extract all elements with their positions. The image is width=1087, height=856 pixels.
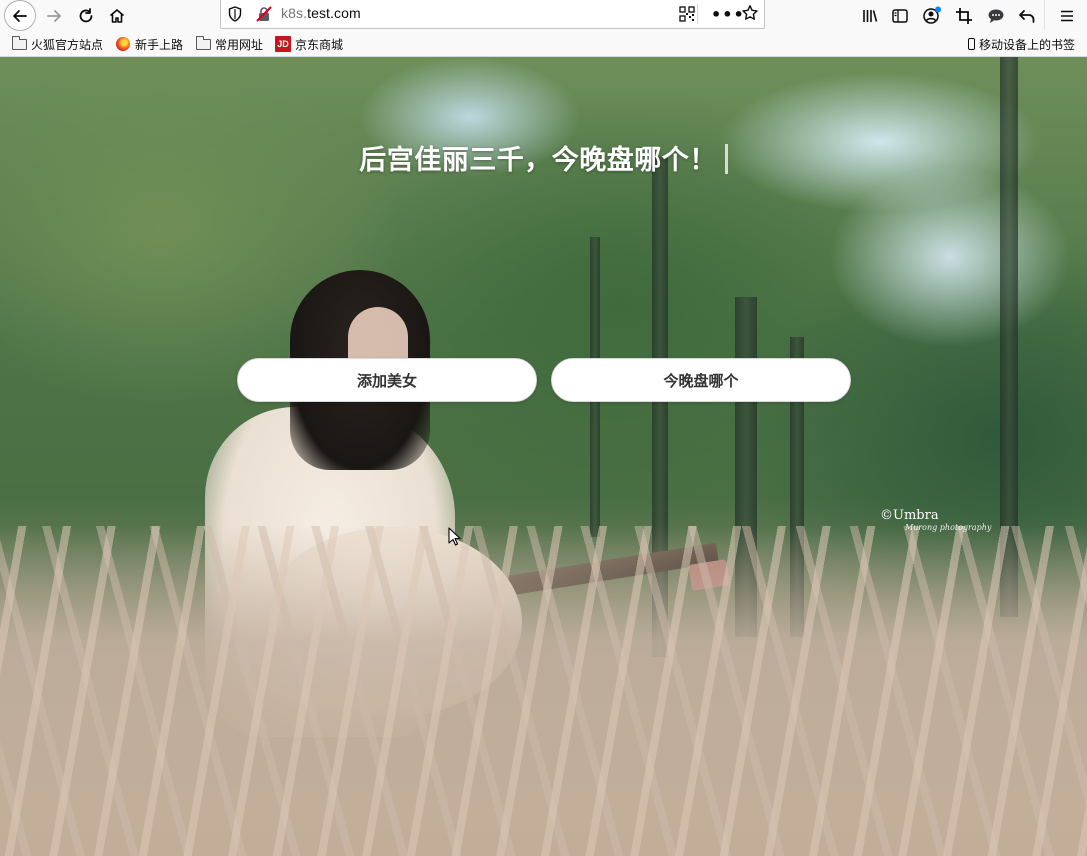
- reload-icon: [79, 8, 93, 23]
- undo-icon: [1019, 10, 1035, 23]
- reload-button[interactable]: [72, 2, 100, 30]
- pick-tonight-button[interactable]: 今晚盘哪个: [551, 358, 851, 402]
- chat-icon: [988, 9, 1004, 23]
- url-domain: test.com: [307, 5, 361, 21]
- star-icon[interactable]: [741, 4, 759, 26]
- browser-toolbar: k8s.test.com •••: [0, 0, 1087, 31]
- add-beauty-button[interactable]: 添加美女: [237, 358, 537, 402]
- mouse-cursor-icon: [448, 527, 461, 551]
- home-icon: [109, 9, 125, 23]
- menu-icon: [1061, 10, 1073, 22]
- bookmark-common-sites[interactable]: 常用网址: [195, 35, 263, 53]
- jd-icon: JD: [275, 36, 291, 52]
- undo-button[interactable]: [1013, 2, 1041, 30]
- bookmark-label: 火狐官方站点: [31, 37, 104, 52]
- qr-code-icon[interactable]: [679, 6, 695, 26]
- url-bar[interactable]: k8s.test.com •••: [220, 0, 765, 29]
- mobile-icon: [968, 38, 975, 50]
- back-icon: [13, 9, 27, 22]
- url-text[interactable]: k8s.test.com: [281, 5, 361, 21]
- screenshot-button[interactable]: [950, 2, 978, 30]
- forward-button[interactable]: [40, 2, 68, 30]
- bookmark-jd-mall[interactable]: JD 京东商城: [275, 35, 343, 53]
- firefox-icon: [115, 37, 131, 51]
- bookmark-mobile[interactable]: 移动设备上的书签: [968, 35, 1075, 53]
- bookmark-firefox-site[interactable]: 火狐官方站点: [11, 35, 103, 53]
- account-icon: [923, 6, 941, 24]
- bookmark-label: 新手上路: [135, 37, 184, 52]
- typing-caret: [724, 144, 728, 174]
- chat-button[interactable]: [982, 2, 1010, 30]
- library-icon: [863, 10, 878, 22]
- insecure-lock-icon[interactable]: [256, 6, 272, 26]
- account-button[interactable]: [918, 2, 946, 30]
- home-button[interactable]: [103, 2, 131, 30]
- bookmark-label: 常用网址: [215, 37, 264, 52]
- menu-button[interactable]: [1053, 2, 1081, 30]
- bookmark-label: 京东商城: [295, 37, 344, 52]
- sidebar-button[interactable]: [886, 2, 914, 30]
- bookmark-getting-started[interactable]: 新手上路: [115, 35, 183, 53]
- bookmarks-toolbar: 火狐官方站点 新手上路 常用网址 JD 京东商城 移动设备上的书签: [0, 31, 1087, 57]
- screenshot-icon: [956, 8, 972, 24]
- sidebar-icon: [892, 9, 908, 23]
- library-button[interactable]: [856, 2, 884, 30]
- page-headline: 后宫佳丽三千，今晚盘哪个！: [0, 138, 1087, 177]
- photo-watermark: ©Umbra Murong photography: [880, 508, 992, 532]
- url-subdomain: k8s.: [281, 5, 308, 21]
- page-content: 后宫佳丽三千，今晚盘哪个！ 添加美女 今晚盘哪个 ©Umbra Murong p…: [0, 57, 1087, 856]
- bookmark-label: 移动设备上的书签: [979, 37, 1076, 52]
- folder-icon: [11, 35, 27, 51]
- more-icon[interactable]: •••: [711, 5, 745, 24]
- shield-icon[interactable]: [228, 6, 242, 26]
- back-button[interactable]: [4, 0, 36, 31]
- forward-icon: [47, 10, 61, 22]
- folder-icon: [195, 35, 211, 51]
